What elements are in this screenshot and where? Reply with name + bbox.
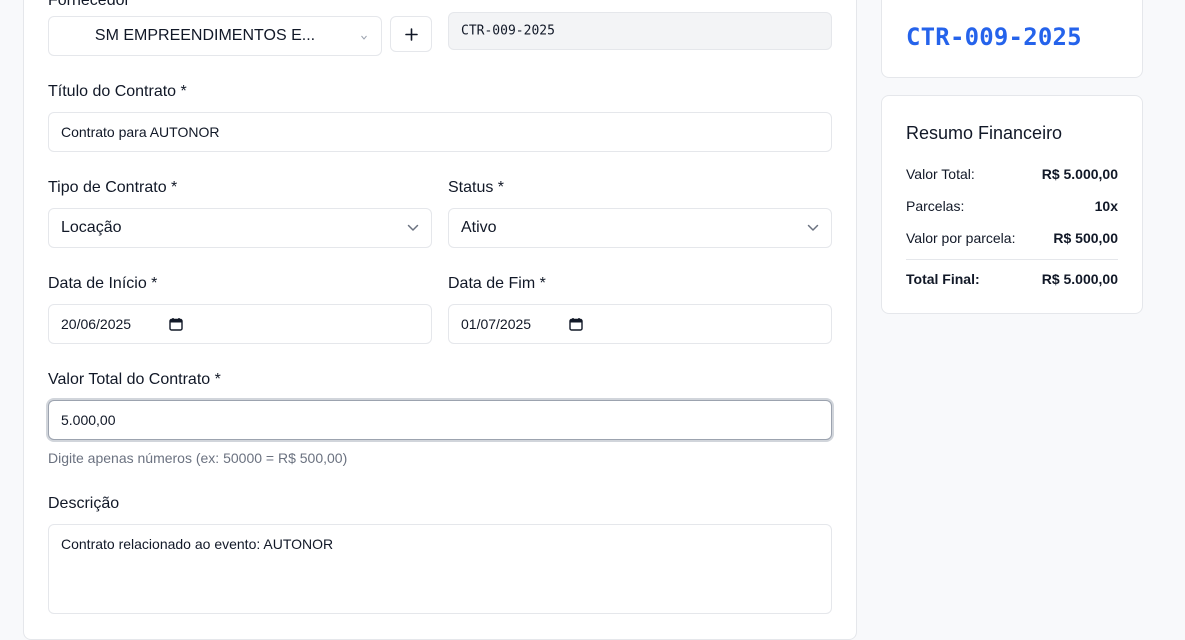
status-selected-value: Ativo — [461, 219, 497, 236]
summary-total-label: Total Final: — [906, 271, 980, 287]
total-value-label: Valor Total do Contrato * — [48, 371, 221, 388]
end-date-input[interactable]: 01/07/2025 — [448, 304, 832, 344]
type-select[interactable]: Locação — [48, 208, 432, 248]
start-date-label: Data de Início * — [48, 275, 158, 292]
summary-row-value: R$ 5.000,00 — [1041, 166, 1118, 182]
summary-row-label: Valor Total: — [906, 166, 975, 182]
contract-code-field: CTR-009-2025 — [448, 12, 832, 50]
supplier-label: Fornecedor — [48, 0, 130, 9]
summary-row-grand-total: Total Final: R$ 5.000,00 — [906, 271, 1118, 289]
start-date-value: 20/06/2025 — [61, 316, 132, 332]
title-input[interactable]: Contrato para AUTONOR — [48, 112, 832, 152]
contract-code-card: CTR-009-2025 — [881, 0, 1143, 78]
title-label: Título do Contrato * — [48, 83, 187, 100]
type-selected-value: Locação — [61, 219, 122, 236]
summary-title: Resumo Financeiro — [906, 123, 1063, 143]
status-select[interactable]: Ativo — [448, 208, 832, 248]
status-label: Status * — [448, 179, 505, 196]
description-label: Descrição — [48, 495, 120, 512]
summary-row-label: Valor por parcela: — [906, 230, 1016, 246]
summary-row-label: Parcelas: — [906, 198, 965, 214]
total-value-helper: Digite apenas números (ex: 50000 = R$ 50… — [48, 450, 348, 466]
chevron-down-icon — [807, 224, 819, 231]
summary-row-per-installment: Valor por parcela: R$ 500,00 — [906, 230, 1118, 248]
description-value: Contrato relacionado ao evento: AUTONOR — [61, 536, 334, 552]
start-date-input[interactable]: 20/06/2025 — [48, 304, 432, 344]
description-textarea[interactable]: Contrato relacionado ao evento: AUTONOR — [48, 524, 832, 614]
contract-code-display: CTR-009-2025 — [906, 23, 1082, 51]
summary-row-installments: Parcelas: 10x — [906, 198, 1118, 216]
supplier-select[interactable]: SM EMPREENDIMENTOS E... — [48, 16, 382, 56]
summary-row-total-value: Valor Total: R$ 5.000,00 — [906, 166, 1118, 184]
total-value-input-value: 5.000,00 — [61, 412, 116, 428]
type-label: Tipo de Contrato * — [48, 179, 178, 196]
title-input-value: Contrato para AUTONOR — [61, 124, 220, 140]
calendar-icon[interactable] — [569, 317, 583, 331]
plus-icon — [405, 28, 418, 41]
end-date-label: Data de Fim * — [448, 275, 546, 292]
summary-total-value: R$ 5.000,00 — [1041, 271, 1118, 287]
total-value-input[interactable]: 5.000,00 — [48, 400, 832, 440]
contract-code-value: CTR-009-2025 — [461, 23, 555, 39]
chevron-down-icon — [361, 35, 367, 40]
add-supplier-button[interactable] — [390, 16, 432, 52]
summary-divider — [906, 259, 1118, 260]
financial-summary-card: Resumo Financeiro Valor Total: R$ 5.000,… — [881, 95, 1143, 314]
calendar-icon[interactable] — [169, 317, 183, 331]
summary-row-value: R$ 500,00 — [1053, 230, 1118, 246]
end-date-value: 01/07/2025 — [461, 316, 532, 332]
supplier-selected-value: SM EMPREENDIMENTOS E... — [94, 27, 316, 44]
summary-row-value: 10x — [1094, 198, 1118, 214]
chevron-down-icon — [407, 224, 419, 231]
